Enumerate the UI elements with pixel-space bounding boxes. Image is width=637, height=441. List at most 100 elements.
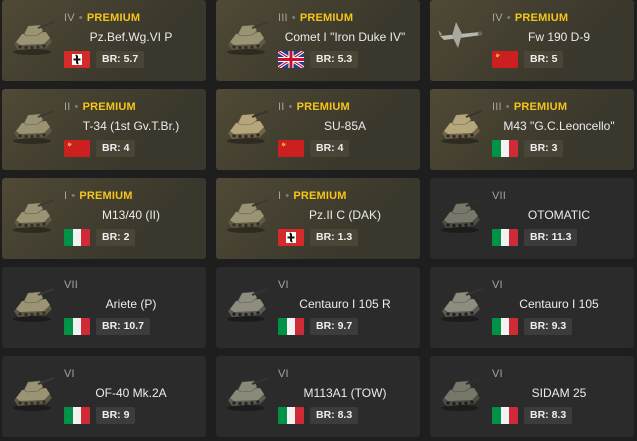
premium-label: PREMIUM bbox=[293, 190, 347, 202]
tank-destroyer-icon bbox=[436, 103, 484, 147]
vehicle-name: OTOMATIC bbox=[527, 208, 591, 222]
wheeled-tank-icon bbox=[436, 281, 484, 325]
vehicle-name: Centauro I 105 bbox=[519, 297, 599, 311]
premium-label: PREMIUM bbox=[296, 101, 350, 113]
vehicle-card-11[interactable]: VI Centauro I 105 R BR: 9.7 bbox=[216, 267, 420, 348]
tank-icon bbox=[8, 14, 56, 58]
tier-label: VI bbox=[492, 368, 503, 380]
vehicle-name: SU-85A bbox=[323, 119, 367, 133]
vehicle-card-10[interactable]: VII Ariete (P) BR: 10.7 bbox=[2, 267, 206, 348]
tier-label: VII bbox=[64, 279, 79, 291]
tier-line: VI bbox=[492, 279, 503, 291]
italy-flag-icon bbox=[278, 407, 304, 424]
ussr-flag-icon bbox=[278, 140, 304, 157]
vehicle-card-5[interactable]: II • PREMIUM SU-85A BR: 4 bbox=[216, 89, 420, 170]
separator-dot-icon: • bbox=[71, 190, 76, 202]
battle-rating-badge: BR: 10.7 bbox=[96, 318, 151, 335]
fighter-plane-icon bbox=[436, 14, 484, 58]
separator-dot-icon: • bbox=[291, 12, 296, 24]
separator-dot-icon: • bbox=[505, 101, 510, 113]
germany-flag-icon bbox=[278, 229, 304, 246]
tier-label: III bbox=[278, 12, 288, 24]
vehicle-card-7[interactable]: I • PREMIUM M13/40 (II) BR: 2 bbox=[2, 178, 206, 259]
tier-line: VI bbox=[492, 368, 503, 380]
battle-rating-badge: BR: 5.3 bbox=[310, 51, 359, 68]
tier-label: VI bbox=[64, 368, 75, 380]
tier-label: I bbox=[64, 190, 68, 202]
tier-line: II • PREMIUM bbox=[64, 101, 136, 113]
ussr-flag-icon bbox=[64, 140, 90, 157]
premium-label: PREMIUM bbox=[299, 12, 354, 24]
vehicle-name: M13/40 (II) bbox=[101, 208, 161, 222]
tier-label: II bbox=[278, 101, 285, 113]
tier-line: VI bbox=[278, 279, 289, 291]
vehicle-card-1[interactable]: IV • PREMIUM Pz.Bef.Wg.VI P BR: 5.7 bbox=[2, 0, 206, 81]
vehicle-card-3[interactable]: IV • PREMIUM Fw 190 D-9 BR: 5 bbox=[430, 0, 634, 81]
tank-destroyer-icon bbox=[222, 103, 270, 147]
separator-dot-icon: • bbox=[78, 12, 83, 24]
vehicle-card-8[interactable]: I • PREMIUM Pz.II C (DAK) BR: 1.3 bbox=[216, 178, 420, 259]
vehicle-name: Ariete (P) bbox=[105, 297, 157, 311]
italy-flag-icon bbox=[64, 229, 90, 246]
spaa-icon bbox=[436, 370, 484, 414]
germany-flag-icon bbox=[64, 51, 90, 68]
battle-rating-badge: BR: 4 bbox=[96, 140, 136, 157]
battle-rating-badge: BR: 11.3 bbox=[524, 229, 578, 246]
tier-label: VI bbox=[278, 368, 289, 380]
vehicle-card-9[interactable]: VII OTOMATIC BR: 11.3 bbox=[430, 178, 634, 259]
battle-rating-badge: BR: 4 bbox=[310, 140, 350, 157]
spaa-icon bbox=[436, 192, 484, 236]
tier-line: VII bbox=[64, 279, 78, 291]
tank-icon bbox=[222, 192, 270, 236]
vehicle-card-14[interactable]: VI M113A1 (TOW) BR: 8.3 bbox=[216, 356, 420, 437]
separator-dot-icon: • bbox=[285, 190, 290, 202]
tier-line: III • PREMIUM bbox=[492, 101, 567, 113]
battle-rating-badge: BR: 1.3 bbox=[310, 229, 359, 246]
tier-label: IV bbox=[492, 12, 503, 24]
separator-dot-icon: • bbox=[506, 12, 511, 24]
italy-flag-icon bbox=[492, 407, 518, 424]
tier-line: III • PREMIUM bbox=[278, 12, 353, 24]
tier-label: VI bbox=[492, 279, 503, 291]
vehicle-name: T-34 (1st Gv.T.Br.) bbox=[82, 119, 180, 133]
vehicle-card-2[interactable]: III • PREMIUM Comet I "Iron Duke IV" BR: 5… bbox=[216, 0, 420, 81]
vehicle-name: Fw 190 D-9 bbox=[527, 30, 591, 44]
tier-line: IV • PREMIUM bbox=[492, 12, 568, 24]
apc-icon bbox=[222, 370, 270, 414]
tier-label: VII bbox=[492, 190, 507, 202]
tier-line: I • PREMIUM bbox=[64, 190, 133, 202]
vehicle-name: Centauro I 105 R bbox=[299, 297, 391, 311]
vehicle-name: Comet I "Iron Duke IV" bbox=[284, 30, 406, 44]
vehicle-name: M43 "G.C.Leoncello" bbox=[503, 119, 615, 133]
battle-rating-badge: BR: 9.7 bbox=[310, 318, 359, 335]
tank-icon bbox=[8, 281, 56, 325]
vehicle-card-4[interactable]: II • PREMIUM T-34 (1st Gv.T.Br.) BR: 4 bbox=[2, 89, 206, 170]
tier-label: IV bbox=[64, 12, 75, 24]
vehicle-card-15[interactable]: VI SIDAM 25 BR: 8.3 bbox=[430, 356, 634, 437]
vehicle-name: SIDAM 25 bbox=[531, 386, 587, 400]
tier-line: II • PREMIUM bbox=[278, 101, 350, 113]
premium-label: PREMIUM bbox=[513, 101, 568, 113]
tier-line: VI bbox=[278, 368, 289, 380]
battle-rating-badge: BR: 2 bbox=[96, 229, 136, 246]
separator-dot-icon: • bbox=[288, 101, 293, 113]
tank-icon bbox=[222, 14, 270, 58]
tier-label: III bbox=[492, 101, 502, 113]
vehicle-card-6[interactable]: III • PREMIUM M43 "G.C.Leoncello" BR: 3 bbox=[430, 89, 634, 170]
premium-label: PREMIUM bbox=[86, 12, 141, 24]
tier-line: VII bbox=[492, 190, 506, 202]
italy-flag-icon bbox=[278, 318, 304, 335]
italy-flag-icon bbox=[492, 318, 518, 335]
tier-label: II bbox=[64, 101, 71, 113]
vehicle-card-12[interactable]: VI Centauro I 105 BR: 9.3 bbox=[430, 267, 634, 348]
tank-icon bbox=[8, 103, 56, 147]
premium-label: PREMIUM bbox=[514, 12, 569, 24]
vehicle-name: M113A1 (TOW) bbox=[303, 386, 387, 400]
battle-rating-badge: BR: 5 bbox=[524, 51, 564, 68]
vehicle-card-13[interactable]: VI OF-40 Mk.2A BR: 9 bbox=[2, 356, 206, 437]
tank-icon bbox=[8, 192, 56, 236]
ussr-flag-icon bbox=[492, 51, 518, 68]
italy-flag-icon bbox=[64, 407, 90, 424]
separator-dot-icon: • bbox=[74, 101, 79, 113]
vehicle-grid: IV • PREMIUM Pz.Bef.Wg.VI P BR: 5.7 III • PR… bbox=[0, 0, 637, 441]
